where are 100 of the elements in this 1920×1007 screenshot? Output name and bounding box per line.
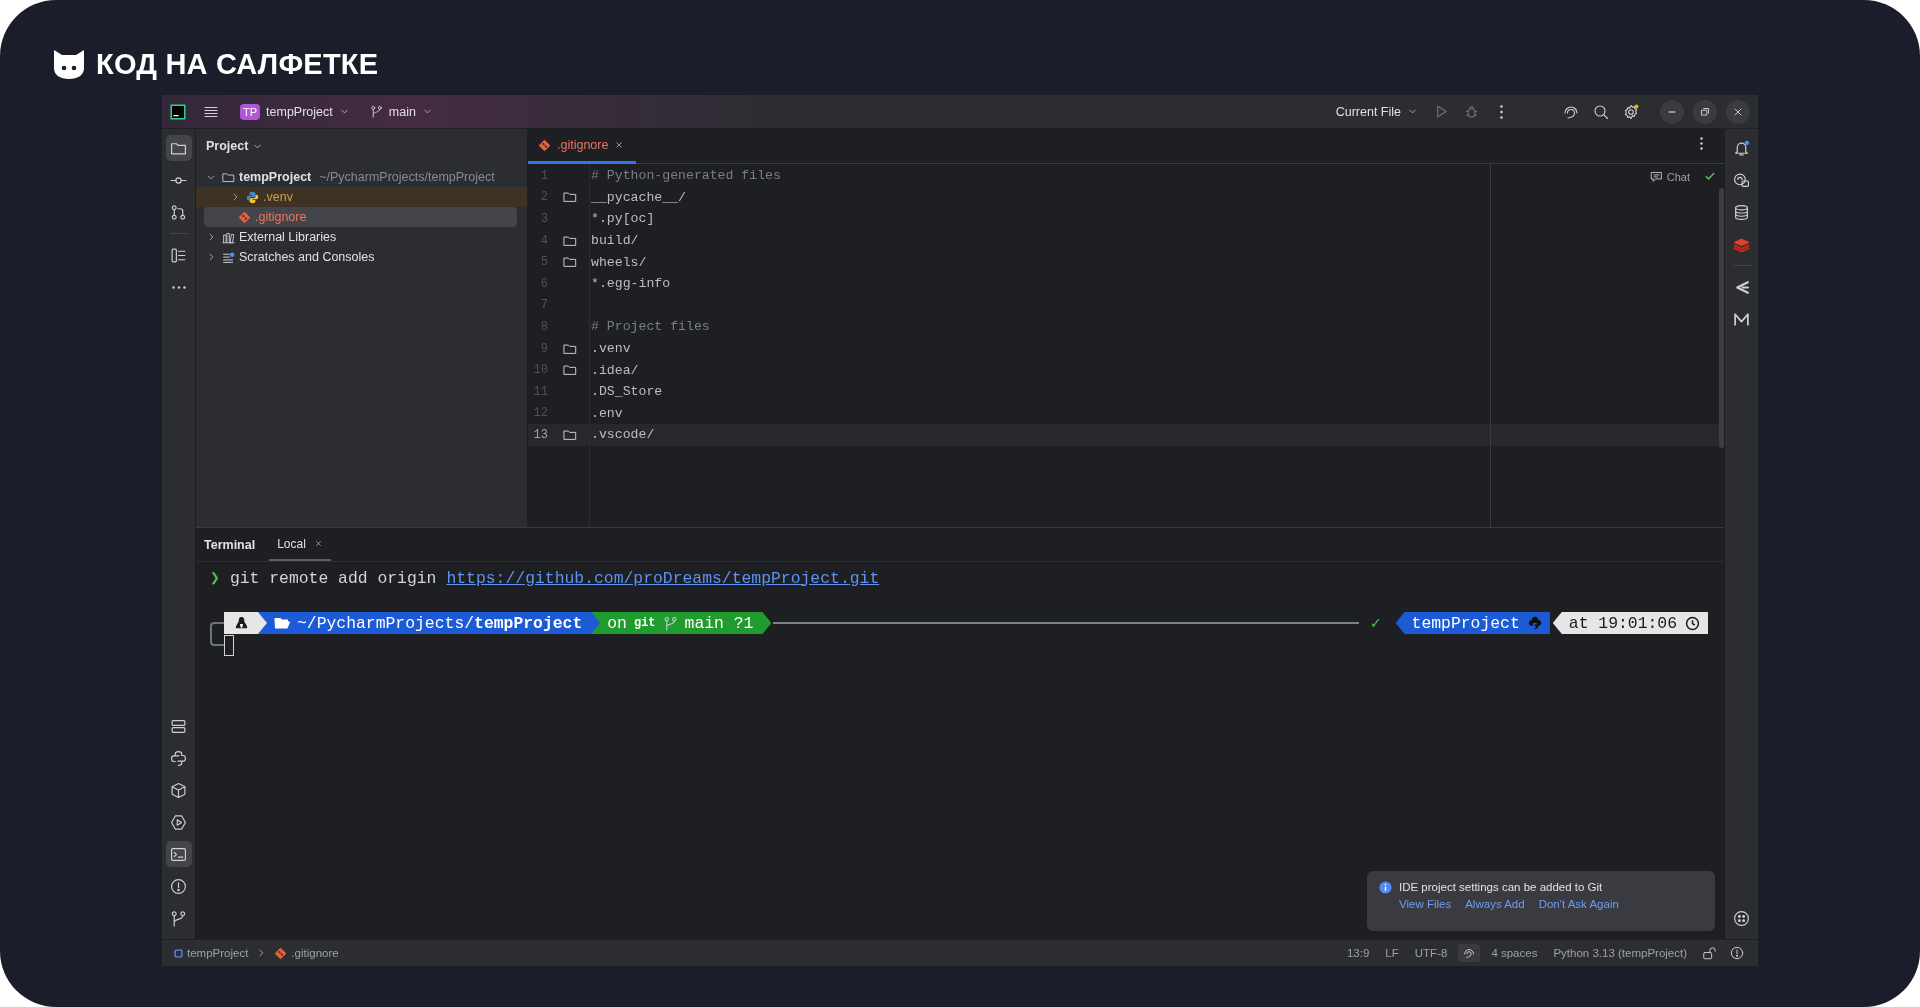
minimize-button[interactable] [1660,99,1684,124]
code-line: .idea/ [591,362,639,378]
notification-link[interactable]: View Files [1399,898,1452,910]
chevron-icon[interactable] [206,172,216,182]
play-icon [170,813,187,831]
settings-icon [1623,103,1639,120]
editor-tab[interactable]: .gitignore [528,129,637,164]
chevron-icon[interactable] [206,232,216,242]
bug-icon [1463,104,1479,119]
close-icon[interactable] [614,140,625,150]
dots-circle-icon [1733,909,1750,927]
pull-request-icon [170,203,187,221]
breadcrumb[interactable]: .gitignore [272,946,341,960]
tool-window-button[interactable] [165,135,192,161]
chevron-icon[interactable] [206,252,216,262]
terminal-cursor [224,635,234,656]
python-folder-icon [246,190,259,204]
m-logo-icon [1733,310,1750,328]
restore-button[interactable] [1693,99,1717,124]
module-icon [174,948,183,958]
project-path: ~/PycharmProjects/tempProject [319,170,495,184]
code-line: # Python-generated files [591,168,781,184]
folder-icon [562,363,577,378]
code-line: build/ [591,233,639,249]
run-config-selector[interactable]: Current File [1327,100,1426,123]
status-check: ✓ [1370,613,1381,633]
database-icon [1733,203,1750,221]
close-icon[interactable] [313,539,323,548]
status-item[interactable]: LF [1380,945,1404,961]
git-label: git [633,616,656,630]
close-button[interactable] [1726,99,1750,124]
status-item[interactable]: Python 3.13 (tempProject) [1548,945,1692,961]
folder-icon [222,170,235,184]
bell-icon [1733,139,1750,157]
checkmark-icon [1704,170,1716,182]
code-line: *.egg-info [591,276,671,292]
more-vertical-icon [1499,104,1503,119]
tree-item[interactable]: .gitignore [204,207,517,227]
chat-button[interactable]: Chat [1647,168,1692,185]
tool-window-button[interactable] [165,841,192,867]
folder-icon [562,190,577,205]
info-icon [1379,881,1392,894]
scratches-icon [222,250,235,264]
branch-selector[interactable]: main [361,100,441,123]
git-diamond-icon [238,210,251,224]
folder-icon [562,233,577,248]
prompt-branch: main ?1 [684,613,754,633]
prompt-time: at 19:01:06 [1568,613,1677,633]
cat-logo-icon [52,48,86,80]
terminal-tab[interactable]: Local [269,528,331,561]
more-vertical-icon [1699,136,1703,150]
breadcrumb[interactable]: tempProject [172,947,251,959]
project-selector[interactable]: TP tempProject [232,99,358,124]
warning-circle-icon[interactable] [1730,946,1744,960]
folder-icon [562,255,577,270]
code-line: .env [591,405,623,421]
prompt-path: ~/PycharmProjects/tempProject [297,613,583,633]
more-icon [171,285,186,289]
panel-title[interactable]: Project [206,139,264,153]
app-logo-icon[interactable] [170,103,186,120]
code-line: __pycache__/ [591,189,686,205]
folder-icon [562,427,577,442]
penguin-icon [234,615,249,631]
code-line: *.py[oc] [591,211,655,227]
brand-name: КОД НА САЛФЕТКЕ [96,47,379,81]
status-item[interactable]: 13:9 [1341,945,1375,961]
status-item[interactable]: UTF-8 [1409,945,1453,961]
structure-icon [170,246,187,264]
swirl-icon[interactable] [1462,946,1477,960]
chat-bubble-icon [1649,170,1663,183]
tree-item[interactable]: .venv [196,187,527,207]
status-item[interactable]: 4 spaces [1486,945,1543,961]
terminal-link[interactable]: https://github.com/proDreams/tempProject.git [446,568,880,588]
code-line: .DS_Store [591,384,663,400]
unlocked-icon[interactable] [1702,946,1716,960]
branch-icon [369,105,383,118]
swirl-icon [1563,103,1579,120]
tree-item[interactable]: External Libraries [204,227,517,247]
git-diamond-icon [538,138,551,152]
line-number: 13 [532,427,548,442]
prompt-env: tempProject [1411,613,1520,633]
panel-title: Terminal [204,537,256,552]
server-icon [170,717,187,735]
tree-item[interactable]: Scratches and Consoles [204,247,517,267]
tree-item[interactable]: tempProject ~/PycharmProjects/tempProject [204,167,517,187]
chat-icon [1733,171,1750,189]
warning-circle-icon [170,877,187,895]
notification-link[interactable]: Don't Ask Again [1538,898,1619,910]
clock-icon [1685,615,1700,631]
scrollbar[interactable] [1719,188,1724,448]
terminal-icon [170,845,187,863]
package-icon [170,781,187,799]
branch-icon [170,909,187,927]
notification-message: IDE project settings can be added to Git [1399,881,1604,893]
search-icon [1593,103,1609,120]
notification-link[interactable]: Always Add [1465,898,1525,910]
git-diamond-icon [274,946,288,960]
minimize-icon [1668,110,1676,113]
chevron-icon[interactable] [230,192,240,202]
folder-icon [562,341,577,356]
